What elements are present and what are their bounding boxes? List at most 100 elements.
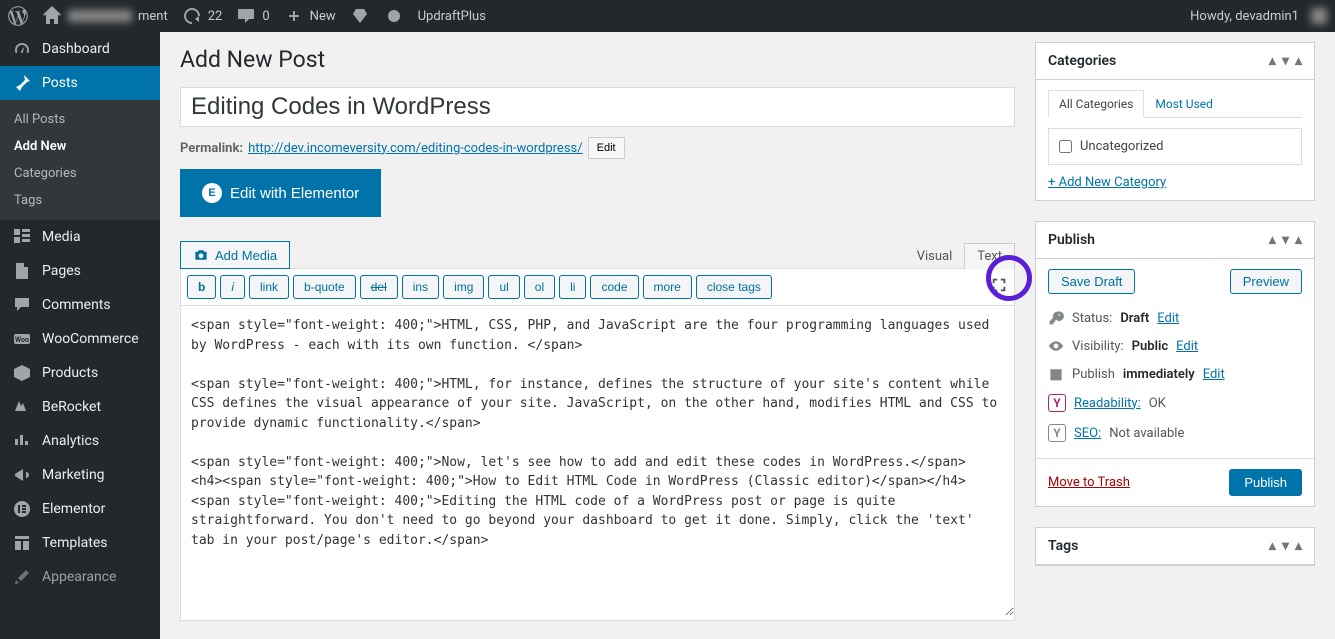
panel-toggle-icon[interactable]: ▴: [1295, 232, 1302, 248]
qt-code[interactable]: code: [590, 275, 638, 299]
publish-label: Publish: [1072, 367, 1115, 382]
comment-icon: [12, 295, 32, 315]
tab-visual[interactable]: Visual: [904, 243, 966, 269]
qt-ins[interactable]: ins: [402, 275, 439, 299]
sidebar-item-appearance[interactable]: Appearance: [0, 560, 160, 594]
preview-button[interactable]: Preview: [1230, 269, 1302, 294]
qt-ul[interactable]: ul: [488, 275, 519, 299]
site-name-blurred: [68, 10, 132, 22]
submenu-all-posts[interactable]: All Posts: [0, 106, 160, 133]
qt-more[interactable]: more: [643, 275, 692, 299]
updraft-bar[interactable]: UpdraftPlus: [418, 0, 486, 32]
sidebar-label: Marketing: [42, 467, 105, 483]
submenu-tags[interactable]: Tags: [0, 187, 160, 214]
sidebar-item-dashboard[interactable]: Dashboard: [0, 32, 160, 66]
sidebar-item-analytics[interactable]: Analytics: [0, 424, 160, 458]
edit-with-elementor-button[interactable]: E Edit with Elementor: [180, 169, 381, 217]
edit-status-link[interactable]: Edit: [1157, 311, 1179, 326]
readability-label[interactable]: Readability:: [1074, 396, 1141, 411]
qt-italic[interactable]: i: [220, 275, 245, 299]
updates[interactable]: 22: [182, 0, 223, 32]
circle-icon: [384, 6, 404, 26]
add-new-category-link[interactable]: + Add New Category: [1048, 175, 1166, 190]
wp-logo[interactable]: [8, 0, 28, 32]
elementor-btn-label: Edit with Elementor: [230, 185, 359, 202]
qt-close-tags[interactable]: close tags: [696, 275, 772, 299]
tab-most-used[interactable]: Most Used: [1144, 90, 1224, 117]
sidebar-item-posts[interactable]: Posts: [0, 66, 160, 100]
megaphone-icon: [12, 465, 32, 485]
yoast-seo-icon: Y: [1048, 424, 1066, 442]
templates-icon: [12, 533, 32, 553]
qt-del[interactable]: del: [360, 275, 398, 299]
panel-up-icon[interactable]: ▴: [1269, 53, 1276, 69]
visibility-label: Visibility:: [1072, 339, 1124, 354]
post-title-input[interactable]: [180, 87, 1015, 127]
panel-down-icon[interactable]: ▾: [1282, 53, 1289, 69]
submenu-categories[interactable]: Categories: [0, 160, 160, 187]
sidebar-label: Products: [42, 365, 98, 381]
panel-down-icon[interactable]: ▾: [1282, 538, 1289, 554]
sidebar-label: Dashboard: [42, 41, 110, 57]
submenu-add-new[interactable]: Add New: [0, 133, 160, 160]
save-draft-button[interactable]: Save Draft: [1048, 269, 1135, 294]
sidebar-item-pages[interactable]: Pages: [0, 254, 160, 288]
howdy-text: Howdy, devadmin1: [1190, 9, 1299, 24]
products-icon: [12, 363, 32, 383]
new-content[interactable]: New: [284, 0, 336, 32]
qt-bquote[interactable]: b-quote: [293, 275, 356, 299]
edit-permalink-button[interactable]: Edit: [588, 137, 625, 159]
category-checkbox[interactable]: [1059, 140, 1072, 153]
qt-li[interactable]: li: [559, 275, 586, 299]
sidebar-item-media[interactable]: Media: [0, 220, 160, 254]
panel-toggle-icon[interactable]: ▴: [1295, 53, 1302, 69]
qt-link[interactable]: link: [249, 275, 289, 299]
sidebar-item-marketing[interactable]: Marketing: [0, 458, 160, 492]
seo-label[interactable]: SEO:: [1074, 426, 1101, 441]
tab-all-categories[interactable]: All Categories: [1048, 90, 1144, 118]
edit-visibility-link[interactable]: Edit: [1176, 339, 1198, 354]
tags-panel: Tags ▴▾▴: [1035, 527, 1315, 566]
publish-panel: Publish ▴▾▴ Save Draft Preview Status: D…: [1035, 221, 1315, 507]
qt-bold[interactable]: b: [187, 275, 216, 299]
add-media-button[interactable]: Add Media: [180, 241, 290, 269]
sidebar-item-comments[interactable]: Comments: [0, 288, 160, 322]
categories-title: Categories: [1048, 53, 1116, 69]
category-uncategorized[interactable]: Uncategorized: [1059, 139, 1291, 154]
site-home[interactable]: Site Developmentment: [42, 0, 168, 32]
publish-button[interactable]: Publish: [1229, 469, 1302, 496]
howdy-user[interactable]: Howdy, devadmin1: [1190, 0, 1327, 32]
comments-bar[interactable]: 0: [236, 0, 269, 32]
sidebar-item-templates[interactable]: Templates: [0, 526, 160, 560]
status-circle[interactable]: [384, 0, 404, 32]
panel-down-icon[interactable]: ▾: [1282, 232, 1289, 248]
fullscreen-button[interactable]: [990, 276, 1008, 298]
camera-icon: [193, 247, 209, 263]
svg-text:Woo: Woo: [15, 336, 29, 344]
home-icon: [42, 6, 62, 26]
sidebar-item-woocommerce[interactable]: WooWooCommerce: [0, 322, 160, 356]
woo-icon: Woo: [12, 329, 32, 349]
permalink-link[interactable]: http://dev.incomeversity.com/editing-cod…: [248, 141, 583, 156]
readability-value: OK: [1149, 396, 1166, 411]
elementor-badge-icon: E: [202, 183, 222, 203]
panel-up-icon[interactable]: ▴: [1269, 232, 1276, 248]
post-content-textarea[interactable]: [181, 306, 1014, 616]
qt-img[interactable]: img: [443, 275, 484, 299]
panel-up-icon[interactable]: ▴: [1269, 538, 1276, 554]
yoast-bar[interactable]: [350, 0, 370, 32]
panel-toggle-icon[interactable]: ▴: [1295, 538, 1302, 554]
sidebar-item-products[interactable]: Products: [0, 356, 160, 390]
sidebar-item-berocket[interactable]: BeRocket: [0, 390, 160, 424]
yoast-readability-icon: Y: [1048, 394, 1066, 412]
key-icon: [1048, 310, 1064, 326]
move-to-trash-link[interactable]: Move to Trash: [1048, 475, 1130, 490]
permalink-label: Permalink:: [180, 141, 243, 156]
sidebar-item-elementor[interactable]: Elementor: [0, 492, 160, 526]
admin-sidebar: Dashboard Posts All Posts Add New Catego…: [0, 32, 160, 639]
tab-text[interactable]: Text: [964, 243, 1015, 269]
analytics-icon: [12, 431, 32, 451]
seo-value: Not available: [1109, 426, 1184, 441]
qt-ol[interactable]: ol: [524, 275, 555, 299]
edit-publish-link[interactable]: Edit: [1203, 367, 1225, 382]
